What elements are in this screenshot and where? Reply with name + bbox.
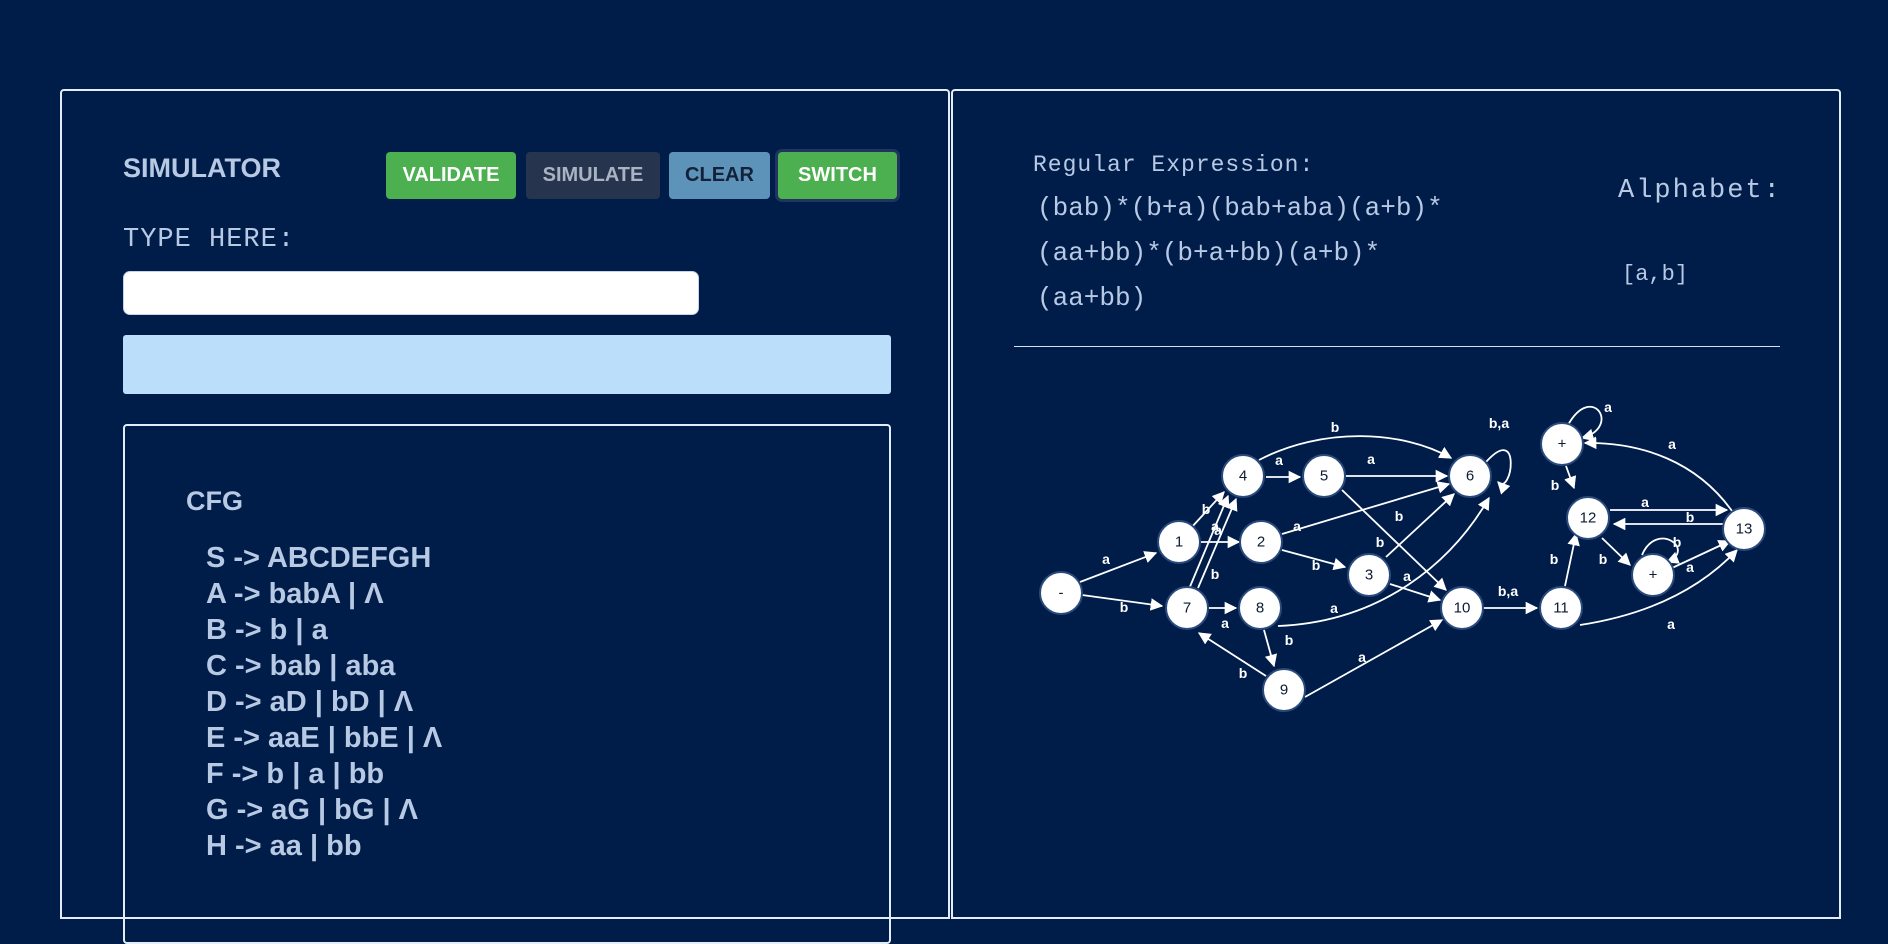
edge-start-1 [1079, 551, 1158, 583]
edge-label: a [1211, 518, 1219, 534]
edge-2-6 [1281, 481, 1451, 535]
svg-text:+: + [1558, 436, 1567, 453]
edge-label: a [1293, 518, 1301, 534]
svg-text:-: - [1059, 585, 1064, 602]
edge-label: b [1550, 551, 1559, 567]
state-10[interactable]: 10 [1440, 586, 1484, 630]
edge-label: b [1599, 551, 1608, 567]
edge-13-acc1 [1583, 436, 1733, 512]
edge-label: b [1551, 477, 1560, 493]
edge-label: b [1312, 557, 1321, 573]
edge-9-10 [1304, 619, 1444, 698]
edge-label: b [1673, 534, 1682, 550]
state-8[interactable]: 8 [1238, 586, 1282, 630]
svg-text:12: 12 [1580, 510, 1597, 527]
automaton-diagram: a b b a a b a b a b a a b a b a b b a b,… [1039, 399, 1766, 712]
edge-label: b [1211, 566, 1220, 582]
svg-text:5: 5 [1320, 468, 1328, 485]
automaton-panel: Regular Expression: (bab)*(b+a)(bab+aba)… [951, 89, 1841, 919]
svg-text:10: 10 [1454, 600, 1471, 617]
state-5[interactable]: 5 [1302, 454, 1346, 498]
state-accept-1[interactable]: + [1540, 422, 1584, 466]
svg-text:1: 1 [1175, 534, 1183, 551]
state-2[interactable]: 2 [1239, 520, 1283, 564]
svg-text:+: + [1649, 567, 1658, 584]
svg-text:11: 11 [1553, 600, 1569, 617]
edge-label: a [1604, 399, 1612, 415]
edge-label: a [1367, 451, 1375, 467]
edge-label: a [1667, 616, 1675, 632]
edge-label: a [1686, 559, 1694, 575]
edge-label: a [1102, 551, 1110, 567]
svg-text:2: 2 [1257, 534, 1265, 551]
edge-9-7 [1197, 632, 1267, 677]
edge-label: b [1686, 509, 1695, 525]
edge-8-9 [1263, 629, 1278, 668]
svg-text:4: 4 [1239, 468, 1247, 485]
edge-label: a [1275, 452, 1283, 468]
edge-label: a [1403, 568, 1411, 584]
nodes: - 1 2 3 4 5 6 7 8 9 10 11 12 13 + + [1039, 422, 1766, 712]
svg-text:8: 8 [1256, 600, 1264, 617]
edge-label: a [1358, 649, 1366, 665]
state-13[interactable]: 13 [1722, 507, 1766, 551]
edge-label: b [1239, 665, 1248, 681]
svg-text:7: 7 [1183, 600, 1191, 617]
edge-label: b [1331, 419, 1340, 435]
edge-label: b [1395, 508, 1404, 524]
state-7[interactable]: 7 [1165, 586, 1209, 630]
edge-label: b [1376, 534, 1385, 550]
state-3[interactable]: 3 [1347, 553, 1391, 597]
svg-text:13: 13 [1736, 521, 1753, 538]
svg-text:3: 3 [1365, 567, 1373, 584]
state-accept-2[interactable]: + [1631, 553, 1675, 597]
state-11[interactable]: 11 [1539, 586, 1583, 630]
edge-acc1-12 [1564, 465, 1577, 490]
edge-label: b,a [1498, 583, 1518, 599]
edge-label: a [1221, 615, 1229, 631]
state-1[interactable]: 1 [1157, 520, 1201, 564]
edge-label: b [1202, 501, 1211, 517]
edge-label: a [1668, 436, 1676, 452]
edge-label: b,a [1489, 415, 1509, 431]
edge-11-12 [1564, 532, 1580, 587]
state-start[interactable]: - [1039, 571, 1083, 615]
svg-text:9: 9 [1280, 682, 1288, 699]
svg-text:6: 6 [1466, 468, 1474, 485]
state-4[interactable]: 4 [1221, 454, 1265, 498]
edge-label: a [1641, 494, 1649, 510]
edge-4-6 [1258, 435, 1453, 461]
edge-3-6 [1385, 493, 1455, 558]
edge-label: a [1330, 600, 1338, 616]
edge-label: b [1285, 632, 1294, 648]
state-12[interactable]: 12 [1566, 496, 1610, 540]
state-9[interactable]: 9 [1262, 668, 1306, 712]
edge-label: b [1120, 599, 1129, 615]
state-6[interactable]: 6 [1448, 454, 1492, 498]
